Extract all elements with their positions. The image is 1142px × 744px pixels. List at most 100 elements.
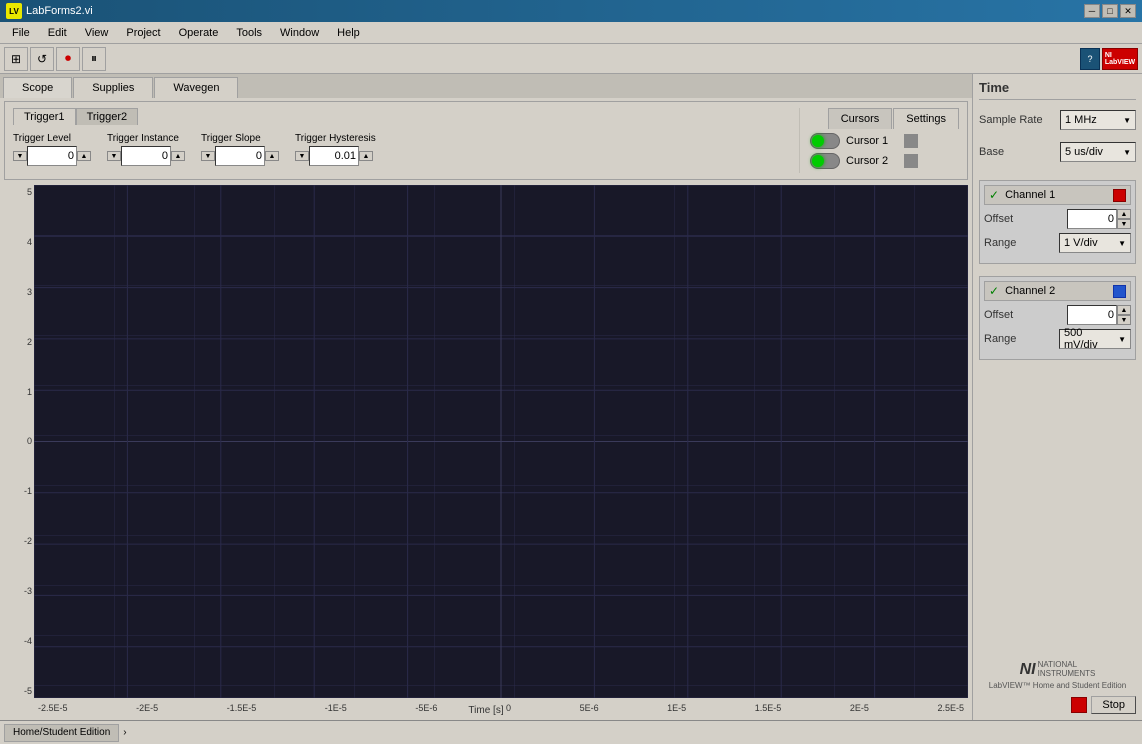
status-tab-home[interactable]: Home/Student Edition	[4, 724, 119, 742]
cursor1-color[interactable]	[904, 134, 918, 148]
base-label: Base	[979, 146, 1004, 158]
toolbar-btn-stop-run[interactable]: ↺	[30, 47, 54, 71]
sample-rate-dropdown[interactable]: 1 MHz ▼	[1060, 110, 1136, 130]
menu-project[interactable]: Project	[118, 25, 168, 41]
sample-rate-value: 1 MHz	[1065, 114, 1097, 126]
chart-wrap: 5 4 3 2 1 0 -1 -2 -3 -4 -5	[4, 185, 968, 718]
cursor2-toggle[interactable]	[810, 153, 840, 169]
channel1-offset-down[interactable]: ▼	[1117, 219, 1131, 229]
trigger-level-down[interactable]: ▼	[13, 151, 27, 161]
trigger-instance-label: Trigger Instance	[107, 133, 185, 144]
cursor1-row: Cursor 1	[810, 133, 959, 149]
y-axis-label-container: Amplitude 1 [V]	[6, 185, 18, 698]
channel1-label: Channel 1	[1005, 189, 1109, 201]
channel2-range-arrow: ▼	[1118, 335, 1126, 344]
channel2-offset-down[interactable]: ▼	[1117, 315, 1131, 325]
base-arrow: ▼	[1123, 148, 1131, 157]
tab-trigger2[interactable]: Trigger2	[76, 108, 139, 125]
channel2-offset-label: Offset	[984, 309, 1013, 321]
trigger-hysteresis-up[interactable]: ▲	[359, 151, 373, 161]
channel2-color-btn[interactable]	[1113, 285, 1126, 298]
tab-scope[interactable]: Scope	[3, 77, 72, 98]
trigger-instance-down[interactable]: ▼	[107, 151, 121, 161]
app-logo: LV	[6, 3, 22, 19]
x-tick-8: 1.5E-5	[755, 703, 782, 713]
close-button[interactable]: ✕	[1120, 4, 1136, 18]
toolbar-btn-record[interactable]: ⏺	[56, 47, 80, 71]
channel1-color-btn[interactable]	[1113, 189, 1126, 202]
cursor1-led	[812, 135, 824, 147]
channel1-offset-label: Offset	[984, 213, 1013, 225]
base-value: 5 us/div	[1065, 146, 1103, 158]
tab-wavegen[interactable]: Wavegen	[154, 77, 238, 98]
x-tick-2: -1.5E-5	[227, 703, 257, 713]
x-tick-6: 5E-6	[580, 703, 599, 713]
channel1-header: ✓ Channel 1	[984, 185, 1131, 205]
x-tick-1: -2E-5	[136, 703, 158, 713]
tab-supplies[interactable]: Supplies	[73, 77, 153, 98]
toolbar-btn-pause[interactable]: ⏸	[82, 47, 106, 71]
cursor2-label: Cursor 2	[846, 155, 898, 167]
trigger-controls: Trigger Level ▼ ▲ Trigger Instance ▼	[13, 129, 799, 170]
stop-button[interactable]: Stop	[1091, 696, 1136, 714]
minimize-button[interactable]: ─	[1084, 4, 1100, 18]
channel2-header: ✓ Channel 2	[984, 281, 1131, 301]
trigger-level-input[interactable]	[27, 146, 77, 166]
trigger-level-label: Trigger Level	[13, 133, 91, 144]
cursor2-color[interactable]	[904, 154, 918, 168]
tab-settings[interactable]: Settings	[893, 108, 959, 129]
channel1-range-dropdown[interactable]: 1 V/div ▼	[1059, 233, 1131, 253]
trigger-instance-up[interactable]: ▲	[171, 151, 185, 161]
controls-panel: Trigger1 Trigger2 Trigger Level ▼ ▲	[4, 101, 968, 180]
menu-edit[interactable]: Edit	[40, 25, 75, 41]
x-tick-4: -5E-6	[415, 703, 437, 713]
channel1-offset-row: Offset ▲ ▼	[984, 209, 1131, 229]
trigger-right: Cursors Settings Cursor 1	[799, 108, 959, 173]
right-panel: Time Sample Rate 1 MHz ▼ Base 5 us/div ▼…	[972, 74, 1142, 720]
trigger-hysteresis-field: Trigger Hysteresis ▼ ▲	[295, 133, 376, 166]
controls-row: Trigger1 Trigger2 Trigger Level ▼ ▲	[13, 108, 959, 173]
ni-branding: NI NATIONALINSTRUMENTS LabVIEW™ Home and…	[979, 661, 1136, 690]
ni-labview-text: LabVIEW™ Home and Student Edition	[989, 681, 1126, 690]
trigger-slope-input[interactable]	[215, 146, 265, 166]
cursor1-toggle[interactable]	[810, 133, 840, 149]
trigger-slope-up[interactable]: ▲	[265, 151, 279, 161]
toolbar: ⊞ ↺ ⏺ ⏸ ? NILabVIEW	[0, 44, 1142, 74]
trigger-hysteresis-down[interactable]: ▼	[295, 151, 309, 161]
channel2-offset-row: Offset ▲ ▼	[984, 305, 1131, 325]
trigger-slope-down[interactable]: ▼	[201, 151, 215, 161]
tab-trigger1[interactable]: Trigger1	[13, 108, 76, 125]
toolbar-btn-run[interactable]: ⊞	[4, 47, 28, 71]
tab-cursors[interactable]: Cursors	[828, 108, 893, 129]
menu-file[interactable]: File	[4, 25, 38, 41]
menu-view[interactable]: View	[77, 25, 117, 41]
trigger-hysteresis-input[interactable]	[309, 146, 359, 166]
channel2-offset-up[interactable]: ▲	[1117, 305, 1131, 315]
channel2-offset-input[interactable]	[1067, 305, 1117, 325]
main-layout: Scope Supplies Wavegen Trigger1 Trigger2…	[0, 74, 1142, 720]
toolbar-btn-help[interactable]: ?	[1080, 48, 1100, 70]
trigger-instance-input[interactable]	[121, 146, 171, 166]
status-arrow[interactable]: ›	[121, 725, 128, 740]
menu-help[interactable]: Help	[329, 25, 368, 41]
channel1-offset-up[interactable]: ▲	[1117, 209, 1131, 219]
trigger-level-up[interactable]: ▲	[77, 151, 91, 161]
menu-tools[interactable]: Tools	[228, 25, 270, 41]
stop-icon[interactable]	[1071, 697, 1087, 713]
x-tick-9: 2E-5	[850, 703, 869, 713]
channel2-range-dropdown[interactable]: 500 mV/div ▼	[1059, 329, 1131, 349]
maximize-button[interactable]: □	[1102, 4, 1118, 18]
channel2-label: Channel 2	[1005, 285, 1109, 297]
channel1-offset-input[interactable]	[1067, 209, 1117, 229]
menu-operate[interactable]: Operate	[171, 25, 227, 41]
base-dropdown[interactable]: 5 us/div ▼	[1060, 142, 1136, 162]
channel2-range-label: Range	[984, 333, 1016, 345]
x-tick-0: -2.5E-5	[38, 703, 68, 713]
x-tick-10: 2.5E-5	[937, 703, 964, 713]
channel2-checkmark: ✓	[989, 284, 999, 298]
chart-svg	[34, 185, 968, 698]
scope-tab-bar: Scope Supplies Wavegen	[0, 74, 972, 98]
scope-area: Scope Supplies Wavegen Trigger1 Trigger2…	[0, 74, 972, 720]
x-tick-5: 0	[506, 703, 511, 713]
menu-window[interactable]: Window	[272, 25, 327, 41]
